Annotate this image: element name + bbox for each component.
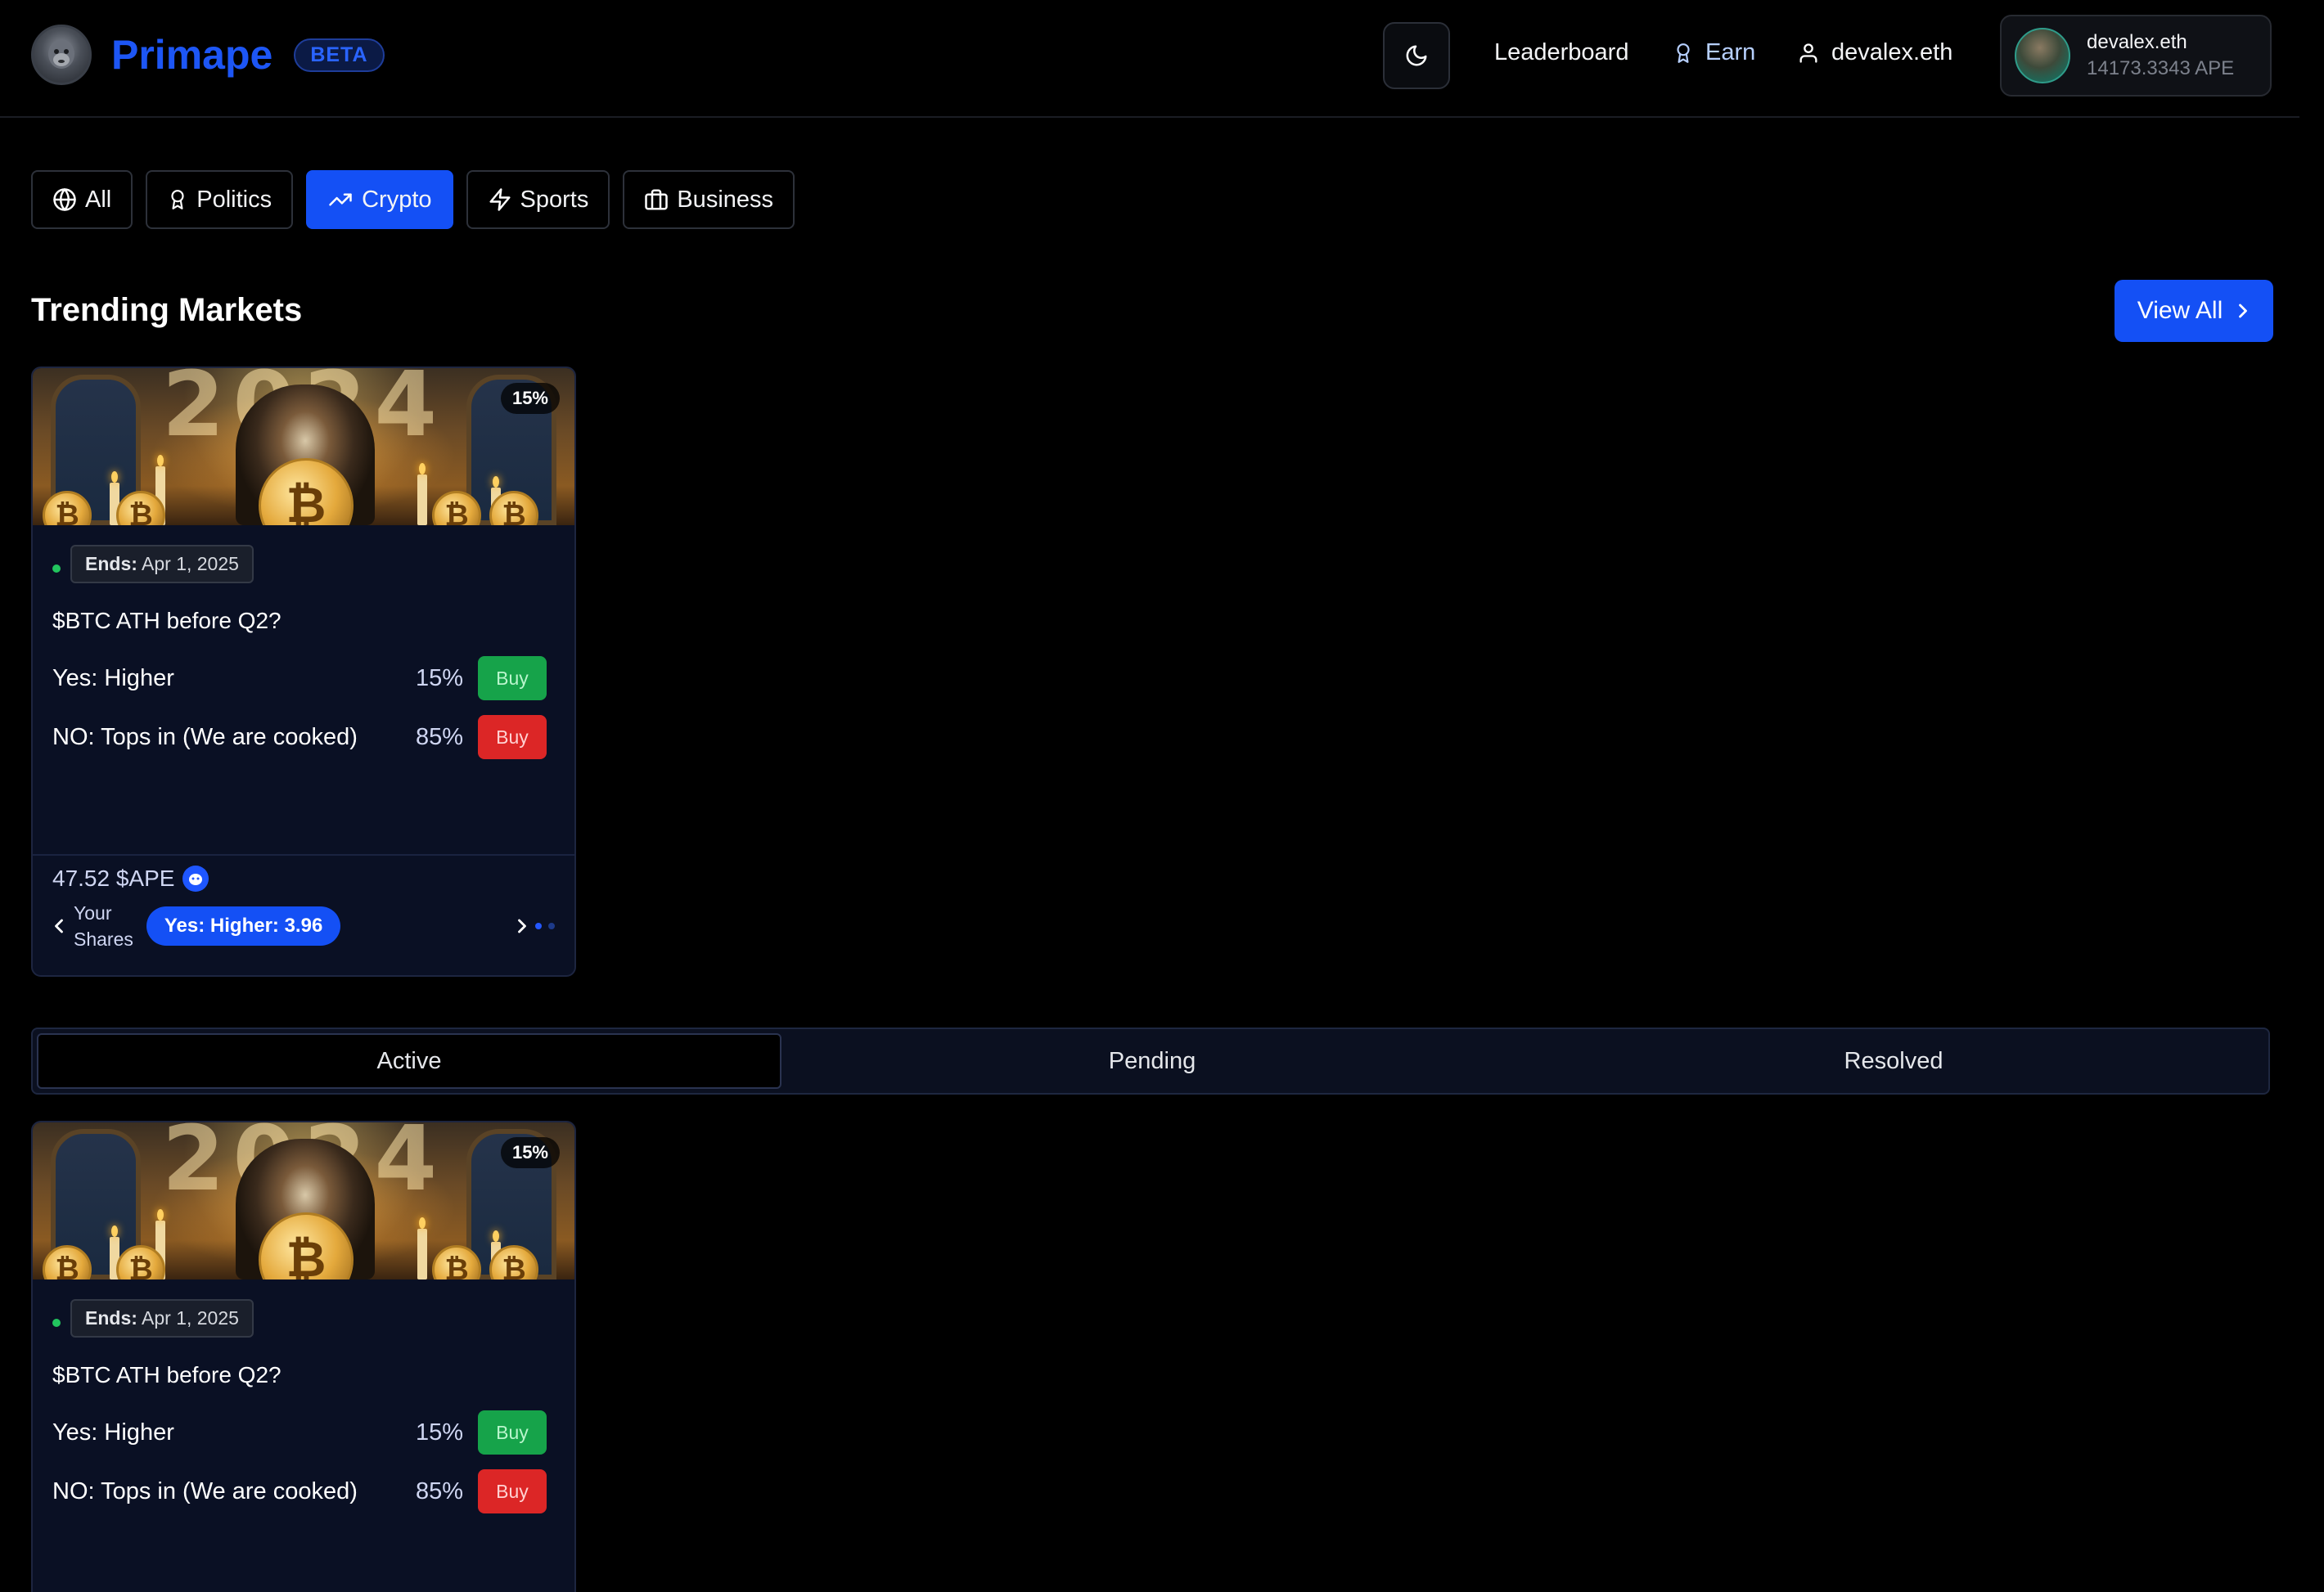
award-icon (1677, 43, 1690, 63)
category-crypto-label: Crypto (362, 186, 432, 213)
outcome-label: NO: Tops in (We are cooked) (52, 723, 358, 750)
view-all-button[interactable]: View All (2115, 280, 2273, 342)
nav-profile[interactable]: devalex.eth (1797, 39, 1952, 66)
trending-markets-title: Trending Markets (31, 292, 303, 328)
pager-dot[interactable] (548, 923, 555, 929)
outcome-label: Yes: Higher (52, 664, 174, 691)
beta-badge: BETA (294, 38, 385, 72)
outcome-row: NO: Tops in (We are cooked) 85% Buy (52, 1469, 555, 1513)
pager-dot[interactable] (535, 923, 542, 929)
outcome-label: NO: Tops in (We are cooked) (52, 1477, 358, 1504)
market-probability-badge: 15% (500, 1137, 560, 1168)
nav-profile-label: devalex.eth (1831, 39, 1953, 65)
chevron-right-icon[interactable] (516, 915, 529, 938)
nav-earn[interactable]: Earn (1673, 39, 1755, 66)
brand[interactable]: Primape BETA (31, 25, 385, 85)
tab-resolved[interactable]: Resolved (1523, 1033, 2264, 1089)
category-crypto[interactable]: Crypto (306, 170, 453, 229)
tab-pending[interactable]: Pending (781, 1033, 1523, 1089)
outcome-row: Yes: Higher 15% Buy (52, 1410, 555, 1455)
outcome-percent: 15% (415, 1419, 463, 1446)
outcome-row: NO: Tops in (We are cooked) 85% Buy (52, 715, 555, 759)
market-question[interactable]: $BTC ATH before Q2? (52, 608, 555, 634)
market-volume: 47.52 $APE (52, 866, 175, 891)
chevron-left-icon[interactable] (52, 915, 65, 938)
briefcase-icon (645, 189, 669, 210)
view-all-label: View All (2137, 297, 2223, 324)
moon-icon (1406, 45, 1427, 66)
brand-name: Primape (111, 32, 273, 78)
buy-yes-button[interactable]: Buy (478, 656, 547, 700)
shares-pill: Yes: Higher: 3.96 (146, 906, 341, 946)
outcome-percent: 85% (415, 1477, 463, 1504)
category-business-label: Business (677, 186, 774, 213)
avatar (2015, 28, 2070, 83)
nav-leaderboard-label: Leaderboard (1494, 39, 1629, 65)
theme-toggle-button[interactable] (1383, 22, 1450, 89)
category-all-label: All (85, 186, 112, 213)
category-sports-label: Sports (520, 186, 589, 213)
market-image: 2024 ₿ ₿ ₿ ₿ ₿ 15% (33, 368, 574, 525)
trending-up-icon (329, 193, 352, 206)
outcome-percent: 85% (415, 723, 463, 750)
user-icon (1799, 43, 1817, 63)
live-status-dot (52, 564, 61, 573)
market-image: 2024 ₿ ₿ ₿ ₿ ₿ 15% (33, 1122, 574, 1279)
category-all[interactable]: All (31, 170, 133, 229)
wallet-profile-card[interactable]: devalex.eth 14173.3343 APE (2000, 15, 2272, 97)
category-tabs: All Politics Crypto Sports Business (31, 170, 808, 229)
nav-leaderboard[interactable]: Leaderboard (1494, 39, 1628, 66)
tab-active[interactable]: Active (37, 1033, 781, 1089)
globe-icon (53, 188, 76, 211)
chevron-right-icon (2239, 304, 2248, 318)
market-end-date: Ends: Apr 1, 2025 (70, 1299, 254, 1338)
your-shares-label: Your Shares (74, 902, 133, 950)
page: Primape BETA Leaderboard Earn devalex.et… (0, 0, 2324, 1592)
profile-balance: 14173.3343 APE (2087, 57, 2235, 79)
category-business[interactable]: Business (623, 170, 795, 229)
buy-no-button[interactable]: Buy (478, 715, 547, 759)
outcome-row: Yes: Higher 15% Buy (52, 656, 555, 700)
category-sports[interactable]: Sports (466, 170, 610, 229)
ape-logo-icon (31, 25, 92, 85)
profile-name: devalex.eth (2087, 31, 2187, 53)
market-card[interactable]: 2024 ₿ ₿ ₿ ₿ ₿ 15% Ends: Apr 1, 2025 $BT… (31, 1121, 576, 1592)
top-nav: Primape BETA Leaderboard Earn devalex.et… (0, 0, 2299, 118)
ape-token-icon (182, 866, 209, 892)
outcome-percent: 15% (415, 664, 463, 691)
status-tabs: Active Pending Resolved (31, 1028, 2270, 1095)
live-status-dot (52, 1318, 61, 1327)
market-card-footer: 47.52 $APE Your Shares Yes: Higher: 3.96 (33, 854, 574, 975)
zap-icon (489, 188, 511, 211)
market-end-date: Ends: Apr 1, 2025 (70, 545, 254, 583)
buy-yes-button[interactable]: Buy (478, 1410, 547, 1455)
market-probability-badge: 15% (500, 383, 560, 414)
buy-no-button[interactable]: Buy (478, 1469, 547, 1513)
outcome-label: Yes: Higher (52, 1419, 174, 1446)
market-card[interactable]: 2024 ₿ ₿ ₿ ₿ ₿ 15% Ends: Apr 1, 2025 $BT… (31, 367, 576, 977)
category-politics[interactable]: Politics (146, 170, 294, 229)
category-politics-label: Politics (196, 186, 272, 213)
market-question[interactable]: $BTC ATH before Q2? (52, 1362, 555, 1388)
award-icon (171, 190, 184, 209)
nav-earn-label: Earn (1705, 39, 1756, 65)
